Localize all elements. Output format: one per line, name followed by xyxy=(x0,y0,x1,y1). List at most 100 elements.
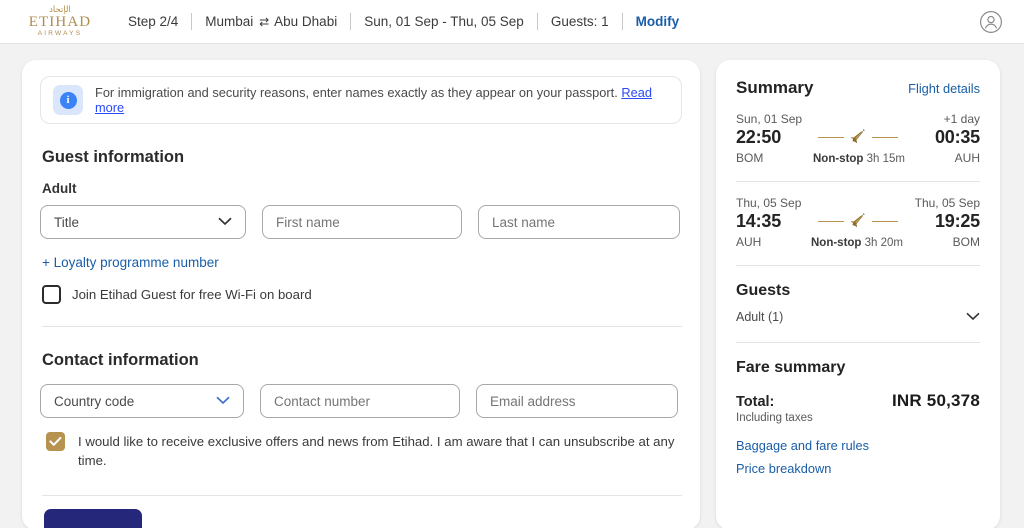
wifi-checkbox-label: Join Etihad Guest for free Wi-Fi on boar… xyxy=(72,287,312,302)
breadcrumb-divider xyxy=(621,13,623,30)
leg-times-row: 14:35 19:25 xyxy=(736,211,980,232)
arrive-date: +1 day xyxy=(943,112,980,126)
breadcrumb-divider xyxy=(536,13,538,30)
total-taxes-note: Including taxes xyxy=(736,412,813,424)
airplane-glyph xyxy=(850,212,866,227)
route-line-right xyxy=(872,136,898,139)
leg-duration: 3h 15m xyxy=(866,153,906,165)
summary-divider xyxy=(736,265,980,266)
top-header: الإتحاد ETIHAD AIRWAYS Step 2/4 Mumbai ⇄… xyxy=(0,0,1024,44)
baggage-fare-rules-link[interactable]: Baggage and fare rules xyxy=(736,438,980,453)
route-origin: Mumbai xyxy=(205,14,254,29)
depart-airport-code: BOM xyxy=(736,151,764,165)
title-select-value: Title xyxy=(54,214,80,230)
route-line-left xyxy=(818,220,844,223)
leg-info-row: BOM Non-stop 3h 15m AUH xyxy=(736,151,980,165)
fare-summary-title: Fare summary xyxy=(736,359,846,376)
leg-dates-row: Thu, 05 Sep Thu, 05 Sep xyxy=(736,196,980,210)
marketing-checkbox-row[interactable]: I would like to receive exclusive offers… xyxy=(46,432,682,470)
user-avatar-icon[interactable] xyxy=(978,9,1004,35)
guests-value: Adult (1) xyxy=(736,310,784,324)
guests-row[interactable]: Adult (1) xyxy=(736,308,980,326)
leg-times-row: 22:50 00:35 xyxy=(736,127,980,148)
banner-message: For immigration and security reasons, en… xyxy=(95,85,622,100)
summary-header: Summary Flight details xyxy=(736,78,980,98)
logo-wordmark: ETIHAD xyxy=(28,14,92,30)
price-breakdown-link[interactable]: Price breakdown xyxy=(736,461,980,476)
arrive-time: 19:25 xyxy=(934,211,980,231)
arrive-airport-code: AUH xyxy=(954,151,980,165)
continue-button[interactable] xyxy=(44,509,142,528)
breadcrumb-guests: Guests: 1 xyxy=(550,14,609,29)
route-line-left xyxy=(818,136,844,139)
flight-leg-outbound: Sun, 01 Sep +1 day 22:50 00:35 BOM Non-s… xyxy=(736,112,980,165)
email-input[interactable] xyxy=(476,384,678,419)
marketing-checkbox[interactable] xyxy=(46,432,65,452)
airplane-glyph xyxy=(850,128,866,143)
total-amount: INR 50,378 xyxy=(892,391,980,410)
passport-info-banner: i For immigration and security reasons, … xyxy=(40,76,682,124)
chevron-down-icon xyxy=(216,395,230,407)
passenger-type-label: Adult xyxy=(42,181,77,196)
guest-information-title: Guest information xyxy=(42,148,185,166)
country-code-value: Country code xyxy=(54,393,135,409)
depart-airport-code: AUH xyxy=(736,235,762,249)
wifi-checkbox-row[interactable]: Join Etihad Guest for free Wi-Fi on boar… xyxy=(42,285,682,304)
info-icon: i xyxy=(53,85,83,115)
flight-leg-return: Thu, 05 Sep Thu, 05 Sep 14:35 19:25 AUH xyxy=(736,196,980,249)
arrive-airport-code: BOM xyxy=(952,235,980,249)
total-label: Total: xyxy=(736,394,775,410)
breadcrumb-step: Step 2/4 xyxy=(128,14,179,29)
breadcrumb-divider xyxy=(191,13,193,30)
swap-arrow-icon: ⇄ xyxy=(259,15,270,29)
summary-title: Summary xyxy=(736,78,814,97)
chevron-down-icon xyxy=(218,216,232,228)
form-divider xyxy=(42,326,682,328)
guests-section-title: Guests xyxy=(736,282,791,299)
breadcrumb: Step 2/4 Mumbai ⇄ Abu Dhabi Sun, 01 Sep … xyxy=(128,13,679,30)
depart-time: 22:50 xyxy=(736,127,782,147)
page-body: i For immigration and security reasons, … xyxy=(0,44,1024,528)
check-icon xyxy=(49,437,62,446)
arrive-date: Thu, 05 Sep xyxy=(914,196,980,210)
marketing-checkbox-label: I would like to receive exclusive offers… xyxy=(78,434,675,469)
guest-form-card: i For immigration and security reasons, … xyxy=(22,60,700,528)
total-row: Total: INR 50,378 xyxy=(736,391,980,411)
modify-link[interactable]: Modify xyxy=(636,14,680,29)
leg-stops: Non-stop xyxy=(810,237,862,249)
loyalty-programme-link[interactable]: + Loyalty programme number xyxy=(42,255,219,270)
breadcrumb-route: Mumbai ⇄ Abu Dhabi xyxy=(205,14,337,29)
logo-subtext: AIRWAYS xyxy=(37,30,83,37)
etihad-logo[interactable]: الإتحاد ETIHAD AIRWAYS xyxy=(18,4,102,38)
country-code-select[interactable]: Country code xyxy=(40,384,244,419)
flight-details-link[interactable]: Flight details xyxy=(908,81,980,96)
route-line-right xyxy=(872,220,898,223)
form-bottom-divider xyxy=(42,495,682,497)
title-select[interactable]: Title xyxy=(40,205,246,239)
leg-info-row: AUH Non-stop 3h 20m BOM xyxy=(736,235,980,249)
leg-duration: 3h 20m xyxy=(864,237,904,249)
route-destination: Abu Dhabi xyxy=(274,14,338,29)
last-name-input[interactable] xyxy=(478,205,680,239)
chevron-down-icon[interactable] xyxy=(966,308,980,326)
leg-stops: Non-stop xyxy=(812,153,864,165)
contact-field-row: Country code xyxy=(40,384,682,419)
breadcrumb-dates: Sun, 01 Sep - Thu, 05 Sep xyxy=(364,14,524,29)
logo-arabic-text: الإتحاد xyxy=(49,4,71,15)
first-name-input[interactable] xyxy=(262,205,462,239)
depart-date: Thu, 05 Sep xyxy=(736,196,802,210)
wifi-checkbox[interactable] xyxy=(42,285,61,304)
summary-divider xyxy=(736,181,980,182)
guest-name-field-row: Title xyxy=(40,205,682,239)
summary-divider xyxy=(736,342,980,343)
depart-time: 14:35 xyxy=(736,211,782,231)
leg-stops-duration: Non-stop 3h 15m xyxy=(813,153,905,165)
depart-date: Sun, 01 Sep xyxy=(736,112,803,126)
contact-number-input[interactable] xyxy=(260,384,460,419)
breadcrumb-divider xyxy=(350,13,352,30)
leg-dates-row: Sun, 01 Sep +1 day xyxy=(736,112,980,126)
arrive-time: 00:35 xyxy=(934,127,980,147)
info-icon-glyph: i xyxy=(59,91,77,109)
airplane-icon xyxy=(781,212,935,231)
banner-text: For immigration and security reasons, en… xyxy=(95,85,669,115)
